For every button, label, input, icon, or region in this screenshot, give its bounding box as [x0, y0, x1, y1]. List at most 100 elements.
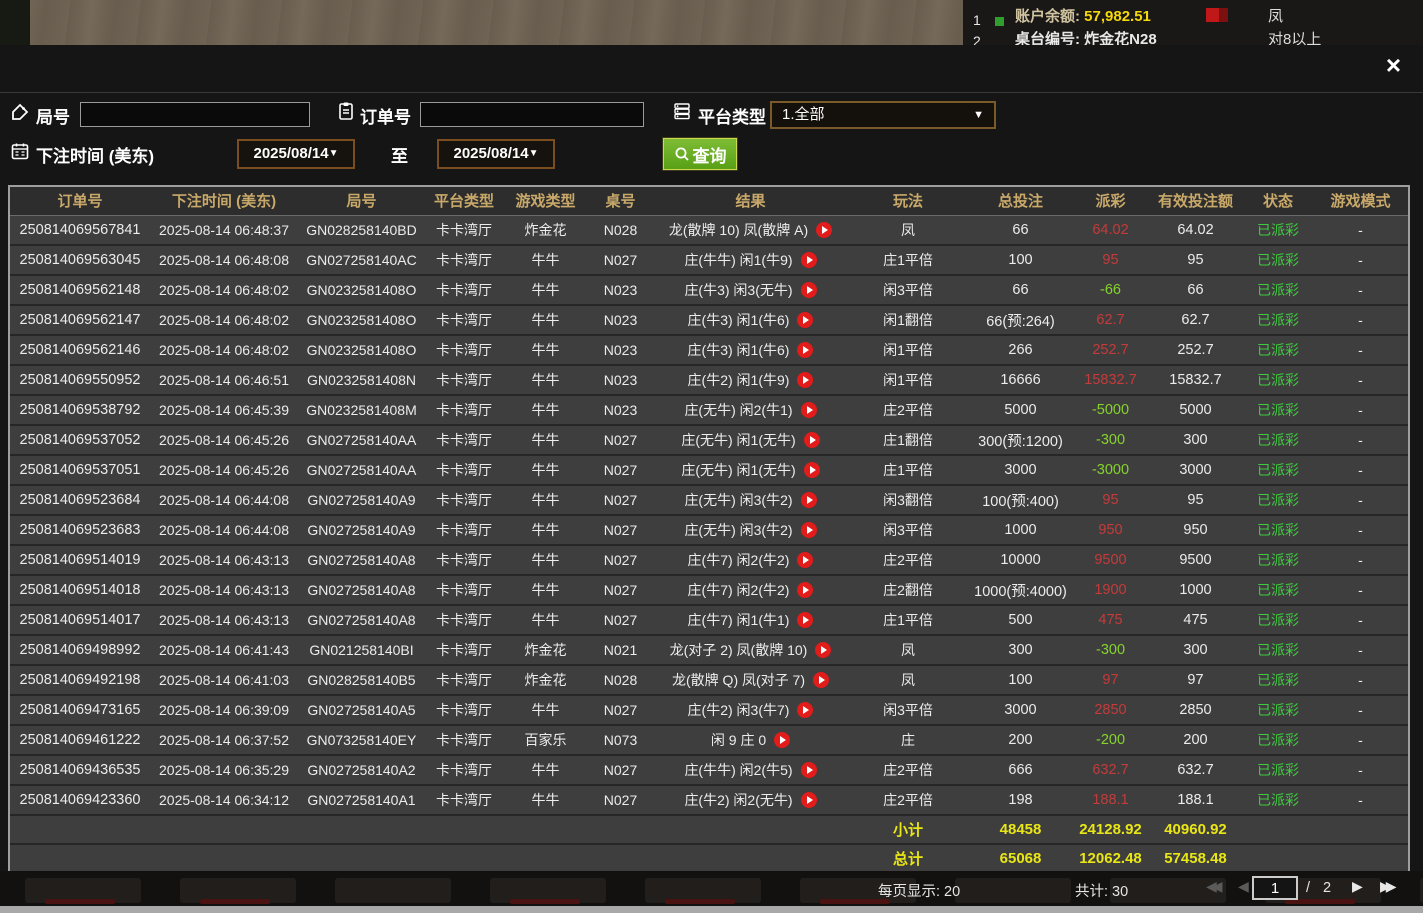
- result-text: 庄(无牛) 闲2(牛1): [684, 402, 792, 418]
- cell-mode: -: [1313, 755, 1408, 785]
- table-number-label: 桌台编号:: [1015, 31, 1080, 45]
- cell-platform: 卡卡湾厅: [425, 485, 503, 515]
- date-from-picker[interactable]: 2025/08/14▼: [237, 139, 355, 169]
- cell-id: 250814069492198: [10, 665, 150, 695]
- subtotal-row-time: [150, 815, 298, 844]
- total-row-mode: [1313, 844, 1408, 873]
- order-id-input[interactable]: [420, 102, 644, 127]
- cell-game: 牛牛: [503, 785, 588, 815]
- close-icon[interactable]: ×: [1386, 51, 1401, 79]
- date-from-value: 2025/08/14: [254, 145, 329, 162]
- cell-mode: -: [1313, 695, 1408, 725]
- table-row: 2508140694365352025-08-14 06:35:29GN0272…: [10, 755, 1408, 785]
- play-icon[interactable]: [801, 402, 817, 418]
- cell-valid: 632.7: [1148, 755, 1243, 785]
- total-row-wager: 总计: [848, 844, 968, 873]
- play-icon[interactable]: [797, 342, 813, 358]
- cell-bet: 1000: [968, 515, 1073, 545]
- cell-wager: 庄1平倍: [848, 605, 968, 635]
- play-icon[interactable]: [797, 702, 813, 718]
- cell-table_no: N027: [588, 425, 653, 455]
- play-icon[interactable]: [801, 252, 817, 268]
- cell-platform: 卡卡湾厅: [425, 575, 503, 605]
- cell-mode: -: [1313, 635, 1408, 665]
- clipboard-icon: [336, 101, 356, 121]
- cell-status: 已派彩: [1243, 725, 1313, 755]
- next-page-icon[interactable]: ▶: [1352, 878, 1358, 895]
- play-icon[interactable]: [801, 792, 817, 808]
- cell-valid: 300: [1148, 635, 1243, 665]
- column-header: 游戏类型: [503, 187, 588, 215]
- table-row: 2508140695370522025-08-14 06:45:26GN0272…: [10, 425, 1408, 455]
- background-top: 1 账户余额: 57,982.51 凤 2 桌台编号: 炸金花N28 对8以上: [0, 0, 1423, 45]
- cell-wager: 庄2平倍: [848, 755, 968, 785]
- first-page-icon[interactable]: ◀◀: [1206, 878, 1218, 895]
- cell-id: 250814069514018: [10, 575, 150, 605]
- background-tile-caption: [510, 899, 580, 904]
- play-icon[interactable]: [801, 522, 817, 538]
- cell-table_no: N073: [588, 725, 653, 755]
- cell-mode: -: [1313, 545, 1408, 575]
- cell-pay: 9500: [1073, 545, 1148, 575]
- cell-platform: 卡卡湾厅: [425, 515, 503, 545]
- play-icon[interactable]: [797, 552, 813, 568]
- play-icon[interactable]: [813, 672, 829, 688]
- play-icon[interactable]: [774, 732, 790, 748]
- play-icon[interactable]: [797, 312, 813, 328]
- cell-time: 2025-08-14 06:34:12: [150, 785, 298, 815]
- play-icon[interactable]: [801, 492, 817, 508]
- cell-table_no: N023: [588, 305, 653, 335]
- cell-bet: 300: [968, 635, 1073, 665]
- cell-result: 庄(牛3) 闲1(牛6): [653, 305, 848, 335]
- platform-type-select[interactable]: 1.全部 ▼: [770, 101, 996, 129]
- cell-pay: 632.7: [1073, 755, 1148, 785]
- cell-mode: -: [1313, 305, 1408, 335]
- play-icon[interactable]: [797, 612, 813, 628]
- play-icon[interactable]: [797, 372, 813, 388]
- cell-status: 已派彩: [1243, 695, 1313, 725]
- cell-round: GN027258140AA: [298, 425, 425, 455]
- background-tile-caption: [200, 899, 270, 904]
- side-text-pair8: 对8以上: [1268, 28, 1321, 45]
- cell-pay: 64.02: [1073, 215, 1148, 245]
- search-button[interactable]: 查询: [663, 138, 737, 170]
- cell-id: 250814069523684: [10, 485, 150, 515]
- cell-time: 2025-08-14 06:48:02: [150, 305, 298, 335]
- cell-round: GN0232581408M: [298, 395, 425, 425]
- date-to-picker[interactable]: 2025/08/14▼: [437, 139, 555, 169]
- cell-status: 已派彩: [1243, 455, 1313, 485]
- play-icon[interactable]: [815, 642, 831, 658]
- cell-platform: 卡卡湾厅: [425, 755, 503, 785]
- cell-table_no: N027: [588, 605, 653, 635]
- page-separator: /: [1306, 880, 1310, 896]
- total-row-platform: [425, 844, 503, 873]
- cell-mode: -: [1313, 605, 1408, 635]
- cell-platform: 卡卡湾厅: [425, 425, 503, 455]
- cell-platform: 卡卡湾厅: [425, 335, 503, 365]
- play-icon[interactable]: [797, 582, 813, 598]
- cell-result: 庄(无牛) 闲1(无牛): [653, 455, 848, 485]
- play-icon[interactable]: [804, 462, 820, 478]
- prev-page-icon[interactable]: ◀: [1238, 878, 1244, 895]
- column-header: 状态: [1243, 187, 1313, 215]
- result-text: 龙(散牌 Q) 凤(对子 7): [672, 672, 805, 688]
- cell-game: 牛牛: [503, 365, 588, 395]
- platform-type-value: 1.全部: [782, 106, 825, 123]
- play-icon[interactable]: [801, 762, 817, 778]
- cell-wager: 庄2平倍: [848, 545, 968, 575]
- cell-bet: 198: [968, 785, 1073, 815]
- column-header: 总投注: [968, 187, 1073, 215]
- cell-result: 庄(牛7) 闲2(牛2): [653, 545, 848, 575]
- last-page-icon[interactable]: ▶▶: [1380, 878, 1392, 895]
- play-icon[interactable]: [816, 222, 832, 238]
- casino-wall-texture: [0, 0, 963, 45]
- cell-valid: 475: [1148, 605, 1243, 635]
- cell-game: 炸金花: [503, 215, 588, 245]
- play-icon[interactable]: [804, 432, 820, 448]
- round-id-input[interactable]: [80, 102, 310, 127]
- cell-table_no: N027: [588, 755, 653, 785]
- play-icon[interactable]: [801, 282, 817, 298]
- cell-time: 2025-08-14 06:45:39: [150, 395, 298, 425]
- page-number-input[interactable]: [1252, 876, 1298, 900]
- cell-id: 250814069461222: [10, 725, 150, 755]
